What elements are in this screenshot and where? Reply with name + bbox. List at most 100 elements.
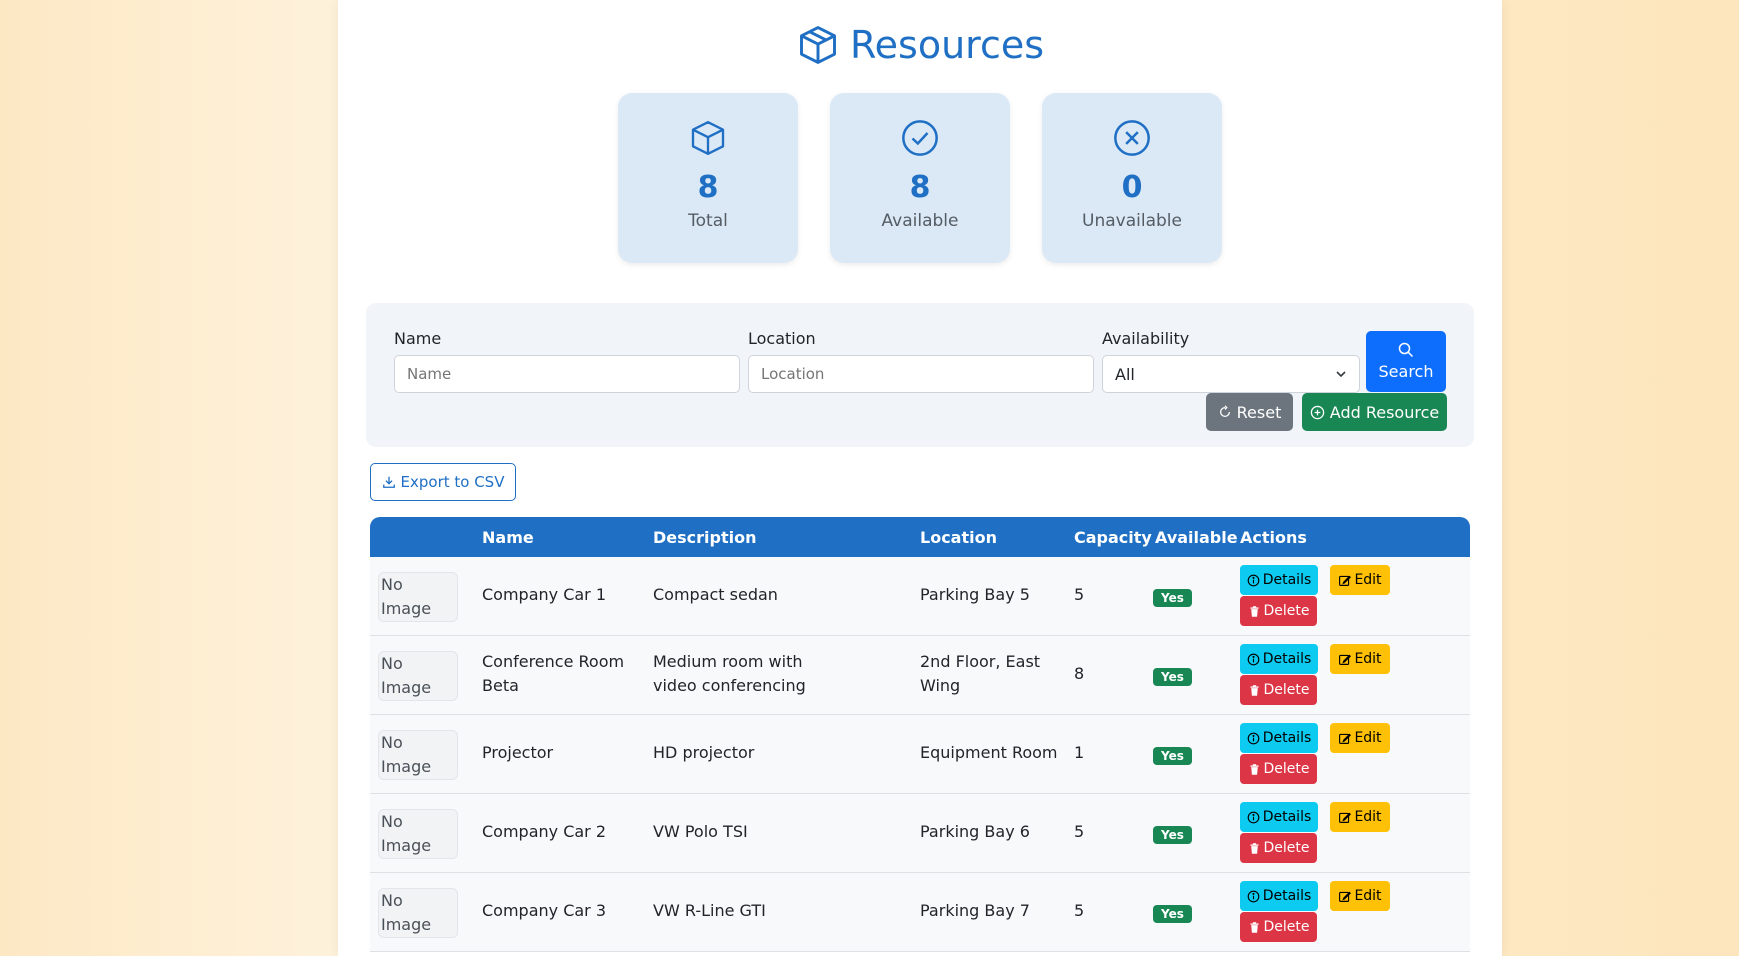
name-label: Name xyxy=(394,329,442,348)
search-button[interactable]: Search xyxy=(1366,331,1446,392)
cell-description: Medium room with video conferencing xyxy=(653,652,806,695)
trash-icon xyxy=(1249,842,1259,854)
cell-name: Company Car 1 xyxy=(482,585,607,604)
edit-label: Edit xyxy=(1354,572,1382,588)
x-circle-icon xyxy=(1114,120,1150,156)
header-name: Name xyxy=(482,528,534,547)
edit-label: Edit xyxy=(1354,651,1382,667)
location-input[interactable] xyxy=(748,355,1094,393)
stat-card-total: 8 Total xyxy=(618,93,798,263)
reset-button[interactable]: Reset xyxy=(1206,393,1293,431)
cell-description: HD projector xyxy=(653,743,755,762)
availability-value: All xyxy=(1115,364,1135,384)
available-badge: Yes xyxy=(1153,905,1192,923)
details-button[interactable]: Details xyxy=(1240,802,1318,832)
delete-button[interactable]: Delete xyxy=(1240,596,1317,626)
box-icon xyxy=(691,121,725,155)
search-icon xyxy=(1398,342,1414,358)
available-badge: Yes xyxy=(1153,826,1192,844)
table-row: No Image Company Car 3 VW R-Line GTI Parkin… xyxy=(370,873,1470,952)
resources-table: Name Description Location Capacity Avail… xyxy=(370,517,1470,952)
cell-capacity: 8 xyxy=(1074,664,1085,683)
details-button[interactable]: Details xyxy=(1240,723,1318,753)
details-label: Details xyxy=(1262,572,1312,588)
table-row: No Image Company Car 1 Compact sedan Parkin… xyxy=(370,557,1470,636)
search-label: Search xyxy=(1378,362,1434,381)
delete-label: Delete xyxy=(1263,919,1310,935)
export-csv-button[interactable]: Export to CSV xyxy=(370,463,516,501)
header-capacity: Capacity xyxy=(1074,528,1152,547)
edit-label: Edit xyxy=(1354,809,1382,825)
export-label: Export to CSV xyxy=(400,473,505,491)
location-label: Location xyxy=(748,329,816,348)
edit-icon xyxy=(1339,575,1352,586)
resource-image: No Image xyxy=(378,888,458,938)
cell-capacity: 5 xyxy=(1074,822,1085,841)
cell-location: Equipment Room xyxy=(920,743,1058,762)
resource-image: No Image xyxy=(378,651,458,701)
header-location: Location xyxy=(920,528,997,547)
trash-icon xyxy=(1249,763,1259,775)
edit-button[interactable]: Edit xyxy=(1330,881,1390,911)
cell-capacity: 1 xyxy=(1074,743,1085,762)
resource-image: No Image xyxy=(378,730,458,780)
name-input[interactable] xyxy=(394,355,740,393)
edit-label: Edit xyxy=(1354,888,1382,904)
cell-name: Conference Room Beta xyxy=(482,652,625,695)
header-description: Description xyxy=(653,528,757,547)
stat-card-available: 8 Available xyxy=(830,93,1010,263)
download-icon xyxy=(382,476,395,488)
info-icon xyxy=(1247,732,1260,744)
delete-label: Delete xyxy=(1263,840,1310,856)
trash-icon xyxy=(1249,684,1259,696)
delete-button[interactable]: Delete xyxy=(1240,754,1317,784)
check-circle-icon xyxy=(902,120,938,156)
cell-capacity: 5 xyxy=(1074,585,1085,604)
edit-button[interactable]: Edit xyxy=(1330,802,1390,832)
info-icon xyxy=(1247,890,1260,902)
stats-row: 8 Total 8 Available 0 Unavailable xyxy=(338,93,1502,263)
cell-name: Projector xyxy=(482,743,554,762)
reset-icon xyxy=(1219,405,1230,418)
trash-icon xyxy=(1249,921,1259,933)
edit-icon xyxy=(1339,891,1352,902)
available-badge: Yes xyxy=(1153,589,1192,607)
stat-value: 0 xyxy=(1121,170,1143,205)
header-available: Available xyxy=(1155,528,1238,547)
page-title: Resources xyxy=(849,23,1045,67)
add-resource-label: Add Resource xyxy=(1329,402,1440,422)
availability-select[interactable]: All xyxy=(1102,355,1360,393)
edit-button[interactable]: Edit xyxy=(1330,565,1390,595)
table-row: No Image Company Car 2 VW Polo TSI Parking … xyxy=(370,794,1470,873)
details-label: Details xyxy=(1262,651,1312,667)
cell-name: Company Car 3 xyxy=(482,901,607,920)
delete-button[interactable]: Delete xyxy=(1240,675,1317,705)
availability-label: Availability xyxy=(1102,329,1190,348)
edit-button[interactable]: Edit xyxy=(1330,644,1390,674)
trash-icon xyxy=(1249,605,1259,617)
delete-label: Delete xyxy=(1263,761,1310,777)
add-resource-button[interactable]: Add Resource xyxy=(1302,393,1447,431)
header-actions: Actions xyxy=(1240,528,1307,547)
details-label: Details xyxy=(1262,888,1312,904)
reset-label: Reset xyxy=(1236,402,1282,422)
plus-circle-icon xyxy=(1310,405,1325,419)
table-header: Name Description Location Capacity Avail… xyxy=(370,517,1470,557)
chevron-down-icon xyxy=(1336,371,1346,378)
resource-image: No Image xyxy=(378,572,458,622)
delete-label: Delete xyxy=(1263,682,1310,698)
stat-card-unavailable: 0 Unavailable xyxy=(1042,93,1222,263)
edit-label: Edit xyxy=(1354,730,1382,746)
edit-button[interactable]: Edit xyxy=(1330,723,1390,753)
details-button[interactable]: Details xyxy=(1240,565,1318,595)
delete-button[interactable]: Delete xyxy=(1240,833,1317,863)
stat-label: Total xyxy=(688,211,728,231)
filter-panel: Name Location Availability All Search Re… xyxy=(366,303,1474,447)
cell-location: Parking Bay 5 xyxy=(920,585,1030,604)
cell-description: VW R-Line GTI xyxy=(653,901,766,920)
details-button[interactable]: Details xyxy=(1240,644,1318,674)
cell-description: VW Polo TSI xyxy=(653,822,748,841)
details-button[interactable]: Details xyxy=(1240,881,1318,911)
delete-button[interactable]: Delete xyxy=(1240,912,1317,942)
stat-value: 8 xyxy=(697,170,719,205)
